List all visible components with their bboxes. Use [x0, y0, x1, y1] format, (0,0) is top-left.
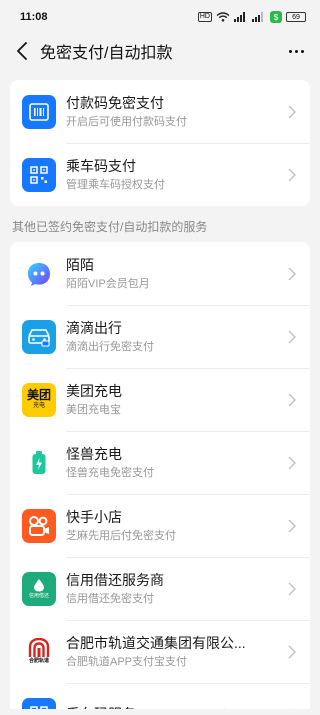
- item-title: 乘车码支付: [66, 157, 136, 174]
- item-title: 美团充电: [66, 382, 122, 399]
- signal-icon-2: [252, 12, 263, 22]
- battery-icon: 69: [286, 12, 306, 22]
- item-subtitle: 开启后可使用付款码支付: [66, 115, 187, 128]
- chevron-right-icon: [286, 581, 298, 597]
- more-dot-icon: [288, 49, 292, 53]
- list-item-barcode-payment[interactable]: 付款码免密支付 开启后可使用付款码支付: [10, 80, 310, 143]
- chevron-right-icon: [286, 266, 298, 282]
- battery-icon: [22, 445, 56, 480]
- item-subtitle: 怪兽充电免密支付: [66, 466, 154, 479]
- item-subtitle: 信用借还免密支付: [66, 592, 154, 605]
- security-shield-icon: $: [270, 11, 282, 23]
- item-title: 怪兽充电: [66, 445, 122, 462]
- item-title: 滴滴出行: [66, 319, 122, 336]
- bottom-edge: [0, 709, 320, 715]
- chevron-right-icon: [286, 392, 298, 408]
- didi-logo-icon: [22, 319, 56, 354]
- list-item-didi[interactable]: 滴滴出行 滴滴出行免密支付: [10, 305, 310, 368]
- more-options-button[interactable]: [286, 42, 306, 60]
- item-title: 付款码免密支付: [66, 94, 164, 111]
- list-item-momo[interactable]: 陌陌 陌陌VIP会员包月: [10, 242, 310, 305]
- chevron-right-icon: [286, 167, 298, 183]
- credit-logo-icon: 信用借还: [22, 571, 56, 606]
- status-time: 11:08: [20, 11, 48, 23]
- section-label: 其他已签约免密支付/自动扣款的服务: [12, 220, 208, 234]
- item-title: 信用借还服务商: [66, 571, 164, 588]
- signal-icon: [234, 12, 245, 22]
- qr-code-icon: [22, 157, 56, 192]
- item-subtitle: 管理乘车码授权支付: [66, 178, 165, 191]
- meituan-charge-icon: 美团 充电: [22, 382, 56, 417]
- chevron-right-icon: [286, 455, 298, 471]
- payment-settings-card: 付款码免密支付 开启后可使用付款码支付 乘车码支付 管理乘车码授权支付: [10, 80, 310, 206]
- back-button[interactable]: [12, 39, 32, 63]
- item-subtitle: 合肥轨道APP支付宝支付: [66, 655, 188, 668]
- item-subtitle: 滴滴出行免密支付: [66, 340, 154, 353]
- chevron-right-icon: [286, 644, 298, 660]
- wifi-icon: [216, 12, 230, 22]
- item-subtitle: 美团充电宝: [66, 403, 121, 416]
- chevron-right-icon: [286, 104, 298, 120]
- item-title: 合肥市轨道交通集团有限公...: [66, 634, 246, 651]
- item-subtitle: 芝麻先用后付免密支付: [66, 529, 176, 542]
- kuaishou-logo-icon: [22, 508, 56, 543]
- momo-logo-icon: [22, 256, 56, 291]
- status-icons: HD $ 69: [197, 11, 306, 23]
- item-subtitle: 陌陌VIP会员包月: [66, 277, 150, 290]
- page-title: 免密支付/自动扣款: [40, 45, 173, 62]
- barcode-icon: [22, 94, 56, 129]
- hefei-metro-logo-icon: 合肥轨道: [22, 634, 56, 669]
- services-card: 陌陌 陌陌VIP会员包月 滴滴出行 滴滴出行免密支付 美团 充电 美团充电 美团…: [10, 242, 310, 715]
- item-title: 快手小店: [66, 508, 122, 525]
- list-item-hefei-metro[interactable]: 合肥轨道 合肥市轨道交通集团有限公... 合肥轨道APP支付宝支付: [10, 620, 310, 683]
- list-item-meituan-charge[interactable]: 美团 充电 美团充电 美团充电宝: [10, 368, 310, 431]
- chevron-right-icon: [286, 329, 298, 345]
- list-item-transit-code-payment[interactable]: 乘车码支付 管理乘车码授权支付: [10, 143, 310, 206]
- list-item-credit-service[interactable]: 信用借还 信用借还服务商 信用借还免密支付: [10, 557, 310, 620]
- chevron-left-icon: [17, 42, 27, 60]
- list-item-kuaishou-shop[interactable]: 快手小店 芝麻先用后付免密支付: [10, 494, 310, 557]
- item-title: 陌陌: [66, 256, 94, 273]
- list-item-guaishou-charge[interactable]: 怪兽充电 怪兽充电免密支付: [10, 431, 310, 494]
- hd-indicator: HD: [197, 12, 212, 22]
- chevron-right-icon: [286, 518, 298, 534]
- nav-bar: 免密支付/自动扣款: [0, 34, 320, 68]
- status-bar: 11:08 HD $ 69: [0, 0, 320, 34]
